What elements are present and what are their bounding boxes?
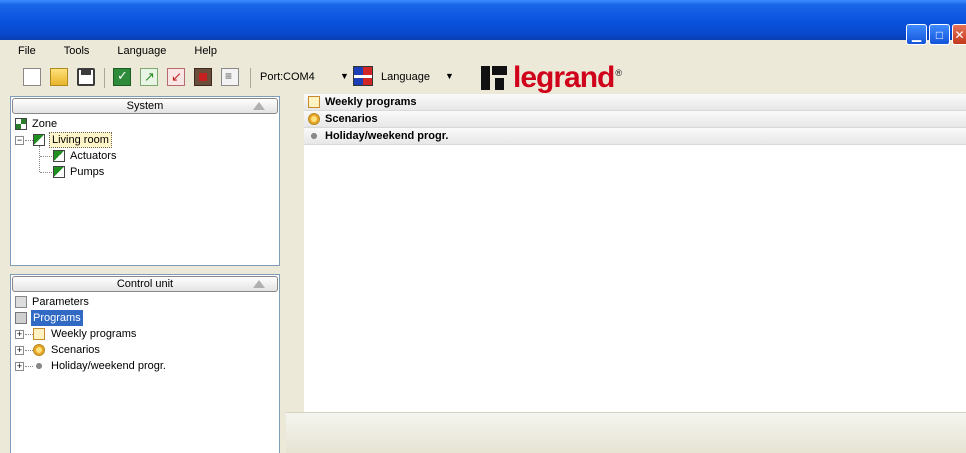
list-item-label: Weekly programs [325,96,417,108]
list-item-label: Scenarios [325,113,378,125]
tree-label: Zone [32,118,58,130]
menu-tools[interactable]: Tools [64,45,90,57]
tree-item-programs[interactable]: Programs [11,310,279,326]
tree-item-pumps[interactable]: Pumps [11,164,279,180]
logo-registered-mark: ® [615,68,622,78]
legrand-logo: legrand ® [481,61,622,94]
program-list: Weekly programs Scenarios Holiday/weeken… [304,94,966,412]
tree-item-zone[interactable]: Zone [11,116,279,132]
toolbar: Port: COM4 ▼ Language ▼ legrand ® [0,61,966,94]
collapse-icon[interactable] [253,280,265,288]
tree-label: Living room [49,132,112,148]
list-item-weekly-programs[interactable]: Weekly programs [304,94,966,111]
control-panel-header[interactable]: Control unit [12,276,278,292]
tree-label: Actuators [70,150,117,162]
port-select[interactable]: COM4 [283,71,315,83]
flag-icon[interactable] [353,66,373,86]
menu-help[interactable]: Help [194,45,217,57]
language-select[interactable]: Language [381,71,430,83]
tree-item-holiday[interactable]: + Holiday/weekend progr. [11,358,279,374]
toolbar-separator [104,68,105,88]
list-item-label: Holiday/weekend progr. [325,130,449,142]
pump-icon [53,166,65,178]
tree-label: Holiday/weekend progr. [51,360,166,372]
tree-item-actuators[interactable]: Actuators [11,146,279,172]
system-panel: System Zone − Living room Actuators Pump… [10,96,280,266]
legrand-logo-mark-icon [481,66,507,90]
scenario-icon [308,113,320,125]
zone-icon [15,118,27,130]
content-area: Weekly programs Scenarios Holiday/weeken… [286,94,966,453]
new-file-icon[interactable] [23,68,41,86]
status-area [286,412,966,453]
parameters-icon [15,296,27,308]
tree-item-parameters[interactable]: Parameters [11,294,279,310]
programs-icon [15,312,27,324]
collapse-tree-icon[interactable]: − [15,136,24,145]
title-bar: ▁ □ ✕ [0,0,966,45]
open-folder-icon[interactable] [50,68,68,86]
holiday-icon [308,130,320,142]
menu-language[interactable]: Language [117,45,166,57]
calendar-icon [33,328,45,340]
tree-label: Weekly programs [51,328,137,340]
tree-label: Parameters [32,296,89,308]
system-panel-title: System [126,100,164,112]
download-icon[interactable] [167,68,185,86]
language-dropdown-icon[interactable]: ▼ [445,71,454,81]
port-dropdown-icon[interactable]: ▼ [340,71,349,81]
tree-item-weekly-programs[interactable]: + Weekly programs [11,326,279,342]
calendar-icon [308,96,320,108]
device-icon[interactable] [194,68,212,86]
upload-icon[interactable] [140,68,158,86]
tree-label: Scenarios [51,344,100,356]
tree-label: Pumps [70,166,105,178]
control-unit-panel: Control unit Parameters Programs + Weekl… [10,274,280,453]
check-icon[interactable] [113,68,131,86]
menu-file[interactable]: File [18,45,36,57]
tree-label: Programs [31,310,83,326]
menu-bar: File Tools Language Help [0,40,966,62]
tree-item-scenarios[interactable]: + Scenarios [11,342,279,358]
port-label: Port: [260,71,284,83]
save-icon[interactable] [77,68,95,86]
expand-icon[interactable]: + [15,346,24,355]
scenario-icon [33,344,45,356]
logo-text: legrand [513,61,615,94]
room-icon [33,134,45,146]
holiday-icon [33,360,45,372]
collapse-icon[interactable] [253,102,265,110]
expand-icon[interactable]: + [15,330,24,339]
sheet-icon[interactable] [221,68,239,86]
tree-item-living-room[interactable]: − Living room [11,132,279,148]
toolbar-separator [250,68,251,88]
control-panel-title: Control unit [116,278,174,290]
list-item-holiday[interactable]: Holiday/weekend progr. [304,128,966,145]
system-panel-header[interactable]: System [12,98,278,114]
expand-icon[interactable]: + [15,362,24,371]
list-item-scenarios[interactable]: Scenarios [304,111,966,128]
actuator-icon [53,150,65,162]
